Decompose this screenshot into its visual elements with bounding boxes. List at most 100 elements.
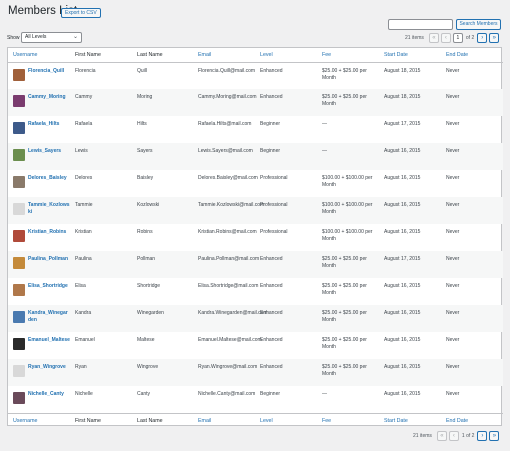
avatar bbox=[13, 230, 25, 242]
start-date-cell: August 16, 2015 bbox=[384, 175, 421, 181]
column-header-last-name: Last Name bbox=[132, 48, 193, 63]
email-cell: Kandra.Winegarden@mail.com bbox=[193, 305, 268, 332]
username-link[interactable]: Paulina_Pollman bbox=[28, 256, 68, 269]
avatar bbox=[13, 68, 25, 81]
last-name-cell: Canty bbox=[137, 391, 151, 397]
column-header-username[interactable]: Username bbox=[8, 48, 70, 63]
end-date-cell: Never bbox=[446, 229, 460, 235]
first-name-cell: Lewis bbox=[70, 143, 132, 170]
email-cell: Florencia.Quill@mail.com bbox=[198, 67, 256, 74]
column-header-fee[interactable]: Fee bbox=[317, 48, 379, 63]
username-link[interactable]: Lewis_Sayers bbox=[28, 148, 61, 161]
end-date-cell: Never bbox=[446, 121, 460, 127]
username-link[interactable]: Rafaela_Hilts bbox=[28, 121, 59, 134]
email-cell: Cammy.Moring@mail.com bbox=[193, 89, 257, 116]
end-date-cell: Never bbox=[446, 391, 460, 397]
fee-cell: $25.00 + $25.00 per Month bbox=[322, 283, 367, 296]
avatar bbox=[13, 149, 25, 161]
column-footer-email[interactable]: Email bbox=[193, 412, 255, 427]
first-name-cell: Rafaela bbox=[75, 121, 93, 127]
end-date-cell: Never bbox=[441, 89, 503, 116]
filter-label: Show bbox=[7, 35, 20, 41]
members-table: Username First Name Last Name Email Leve… bbox=[7, 47, 503, 427]
table-row: Emanuel_Maltese Emanuel Maltese Emanuel.Mal… bbox=[8, 332, 503, 359]
item-count: 21 items bbox=[413, 433, 432, 439]
username-link[interactable]: Nichelle_Canty bbox=[28, 391, 64, 404]
table-row: Rafaela_Hilts Rafaela Hilts Rafaela.Hilts@m… bbox=[8, 116, 503, 143]
fee-cell: — bbox=[317, 143, 379, 170]
column-footer-level[interactable]: Level bbox=[255, 412, 317, 427]
table-header-row: Username First Name Last Name Email Leve… bbox=[8, 48, 503, 63]
first-page-button[interactable]: « bbox=[428, 33, 439, 43]
username-link[interactable]: Ryan_Wingrove bbox=[28, 364, 66, 377]
start-date-cell: August 16, 2015 bbox=[379, 197, 441, 224]
search-input[interactable] bbox=[388, 19, 453, 30]
first-name-cell: Delores bbox=[75, 175, 93, 181]
username-link[interactable]: Tammie_Kozlowski bbox=[28, 202, 70, 216]
fee-cell: $25.00 + $25.00 per Month bbox=[317, 359, 379, 386]
last-name-cell: Pollman bbox=[132, 251, 193, 278]
avatar bbox=[13, 284, 25, 296]
column-footer-username[interactable]: Username bbox=[8, 412, 70, 427]
fee-cell: — bbox=[322, 121, 327, 127]
fee-cell: $25.00 + $25.00 per Month bbox=[322, 67, 367, 81]
username-link[interactable]: Cammy_Moring bbox=[28, 94, 66, 107]
username-cell: Florencia_Quill bbox=[8, 62, 70, 89]
first-page-button[interactable]: « bbox=[436, 431, 447, 441]
column-header-end-date[interactable]: End Date bbox=[441, 48, 503, 63]
email-cell: Delores.Baisley@mail.com bbox=[198, 175, 258, 181]
start-date-cell: August 16, 2015 bbox=[379, 305, 441, 332]
first-name-cell: Emanuel bbox=[75, 337, 95, 343]
start-date-cell: August 16, 2015 bbox=[384, 283, 421, 289]
username-link[interactable]: Emanuel_Maltese bbox=[28, 337, 70, 350]
last-page-button[interactable]: » bbox=[489, 33, 500, 43]
prev-page-button[interactable]: ‹ bbox=[440, 33, 451, 43]
last-page-button[interactable]: » bbox=[489, 431, 500, 441]
username-cell: Lewis_Sayers bbox=[8, 143, 70, 170]
end-date-cell: Never bbox=[441, 359, 503, 386]
last-name-cell: Robins bbox=[137, 229, 153, 235]
column-footer-end-date[interactable]: End Date bbox=[441, 412, 503, 427]
username-cell: Emanuel_Maltese bbox=[8, 332, 70, 359]
end-date-cell: Never bbox=[441, 305, 503, 332]
avatar bbox=[13, 311, 25, 323]
username-link[interactable]: Delores_Baisley bbox=[28, 175, 67, 188]
end-date-cell: Never bbox=[441, 143, 503, 170]
column-footer-last-name: Last Name bbox=[132, 412, 193, 427]
next-page-button[interactable]: › bbox=[477, 431, 488, 441]
export-csv-button[interactable]: Export to CSV bbox=[61, 8, 101, 18]
start-date-cell: August 16, 2015 bbox=[384, 337, 421, 343]
email-cell: Tammie.Kozlowski@mail.com bbox=[193, 197, 264, 224]
column-footer-fee[interactable]: Fee bbox=[317, 412, 379, 427]
item-count: 21 items bbox=[405, 35, 424, 41]
level-filter-value: All Levels bbox=[25, 34, 47, 40]
username-cell: Rafaela_Hilts bbox=[8, 116, 70, 143]
fee-cell: $25.00 + $25.00 per Month bbox=[317, 89, 379, 116]
username-link[interactable]: Kandra_Winegarden bbox=[28, 310, 70, 324]
column-header-level[interactable]: Level bbox=[255, 48, 317, 63]
email-cell: Elisa.Shortridge@mail.com bbox=[198, 283, 259, 289]
level-cell: Enhanced bbox=[260, 337, 283, 343]
top-pagination: 21 items « ‹ 1 of 2 › » bbox=[405, 33, 500, 43]
fee-cell: $100.00 + $100.00 per Month bbox=[322, 229, 373, 242]
column-header-email[interactable]: Email bbox=[193, 48, 255, 63]
username-link[interactable]: Kristian_Robins bbox=[28, 229, 66, 242]
table-row: Paulina_Pollman Paulina Pollman Paulina.Pol… bbox=[8, 251, 503, 278]
username-cell: Nichelle_Canty bbox=[8, 386, 70, 413]
fee-cell: — bbox=[322, 391, 327, 397]
email-cell: Rafaela.Hilts@mail.com bbox=[198, 121, 252, 127]
username-link[interactable]: Florencia_Quill bbox=[28, 68, 64, 81]
last-name-cell: Baisley bbox=[137, 175, 154, 181]
end-date-cell: Never bbox=[441, 197, 503, 224]
current-page-input[interactable]: 1 bbox=[452, 33, 463, 43]
column-footer-start-date[interactable]: Start Date bbox=[379, 412, 441, 427]
prev-page-button[interactable]: ‹ bbox=[448, 431, 459, 441]
column-header-start-date[interactable]: Start Date bbox=[379, 48, 441, 63]
avatar bbox=[13, 338, 25, 350]
last-name-cell: Hilts bbox=[137, 121, 147, 127]
username-link[interactable]: Elisa_Shortridge bbox=[28, 283, 68, 296]
next-page-button[interactable]: › bbox=[477, 33, 488, 43]
level-cell: Beginner bbox=[260, 121, 281, 127]
search-members-button[interactable]: Search Members bbox=[456, 19, 501, 30]
level-filter-select[interactable]: All Levels ⌄ bbox=[21, 32, 82, 43]
